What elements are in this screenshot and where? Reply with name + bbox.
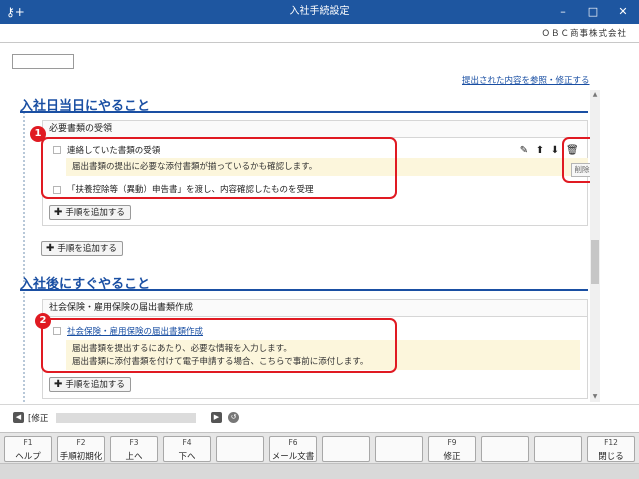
close-window-button[interactable]: ✕	[608, 0, 638, 24]
add-step-label: 手順を追加する	[65, 208, 125, 218]
f4-move-down-button[interactable]: F4 下へ	[163, 436, 211, 462]
record-field	[56, 413, 196, 423]
vertical-scrollbar[interactable]: ▲ ▼	[590, 90, 600, 402]
f8-empty-button[interactable]	[375, 436, 423, 462]
move-down-arrow-icon[interactable]: ⬇	[549, 145, 561, 157]
scroll-down-arrow-icon[interactable]: ▼	[590, 392, 600, 402]
search-input[interactable]	[12, 54, 74, 69]
fkey-code: F6	[288, 438, 298, 447]
title-bar: ⚷+ 入社手続設定 – □ ✕	[0, 0, 639, 24]
timeline-rail	[23, 112, 29, 282]
f5-empty-button[interactable]	[216, 436, 264, 462]
move-up-arrow-icon[interactable]: ⬆	[534, 145, 546, 157]
next-record-icon[interactable]: ▶	[211, 412, 222, 423]
previous-record-icon[interactable]: ◀	[13, 412, 24, 423]
add-step-button[interactable]: ✚ 手順を追加する	[49, 205, 131, 220]
f9-edit-button[interactable]: F9 修正	[428, 436, 476, 462]
add-step-label: 手順を追加する	[65, 380, 125, 390]
fkey-label: ヘルプ	[15, 452, 41, 462]
history-icon[interactable]: ↺	[228, 412, 239, 423]
add-step-label: 手順を追加する	[57, 244, 117, 254]
card-header: 必要書類の受領	[43, 121, 587, 138]
header-divider	[0, 42, 639, 43]
fkey-label: 手順初期化	[59, 452, 103, 462]
fkey-code: F1	[23, 438, 33, 447]
f11-empty-button[interactable]	[534, 436, 582, 462]
card-header: 社会保険・雇用保険の届出書類作成	[43, 300, 587, 317]
minimize-button[interactable]: –	[548, 0, 578, 24]
fkey-label: 上へ	[125, 452, 143, 462]
section-underline	[20, 111, 588, 113]
view-edit-submitted-link[interactable]: 提出された内容を参照・修正する	[462, 74, 590, 86]
status-bar	[0, 463, 639, 479]
fkey-code: F2	[76, 438, 86, 447]
fkey-label: 下へ	[178, 452, 196, 462]
fkey-label: 閉じる	[598, 452, 624, 462]
f10-empty-button[interactable]	[481, 436, 529, 462]
f2-reset-steps-button[interactable]: F2 手順初期化	[57, 436, 105, 462]
record-mode-label: [修正	[28, 414, 49, 424]
window-title: 入社手続設定	[289, 6, 350, 17]
f1-help-button[interactable]: F1 ヘルプ	[4, 436, 52, 462]
f6-mail-document-button[interactable]: F6 メール文書	[269, 436, 317, 462]
add-step-button-section[interactable]: ✚ 手順を追加する	[41, 241, 123, 256]
add-step-button[interactable]: ✚ 手順を追加する	[49, 377, 131, 392]
scrollbar-thumb[interactable]	[591, 240, 599, 284]
fkey-code: F4	[182, 438, 192, 447]
highlight-box-1	[41, 137, 397, 199]
plus-icon: ✚	[46, 243, 55, 254]
callout-badge-1: 1	[30, 126, 46, 142]
fkey-code: F9	[447, 438, 457, 447]
fkey-code: F12	[604, 438, 618, 447]
fkey-label: 修正	[443, 452, 461, 462]
plus-icon: ✚	[54, 207, 63, 218]
timeline-rail	[23, 292, 29, 402]
maximize-button[interactable]: □	[578, 0, 608, 24]
f7-empty-button[interactable]	[322, 436, 370, 462]
callout-badge-2: 2	[35, 313, 51, 329]
edit-pencil-icon[interactable]: ✎	[518, 145, 530, 157]
f3-move-up-button[interactable]: F3 上へ	[110, 436, 158, 462]
f12-close-button[interactable]: F12 閉じる	[587, 436, 635, 462]
fkey-label: メール文書	[271, 452, 315, 462]
scroll-up-arrow-icon[interactable]: ▲	[590, 90, 600, 100]
highlight-box-2	[41, 318, 397, 373]
section-underline	[20, 289, 588, 291]
plus-icon: ✚	[54, 379, 63, 390]
record-bar: ◀ [修正 ▶ ↺	[0, 404, 639, 430]
fkey-code: F3	[129, 438, 139, 447]
company-name: ＯＢＣ商事株式会社	[541, 29, 627, 39]
